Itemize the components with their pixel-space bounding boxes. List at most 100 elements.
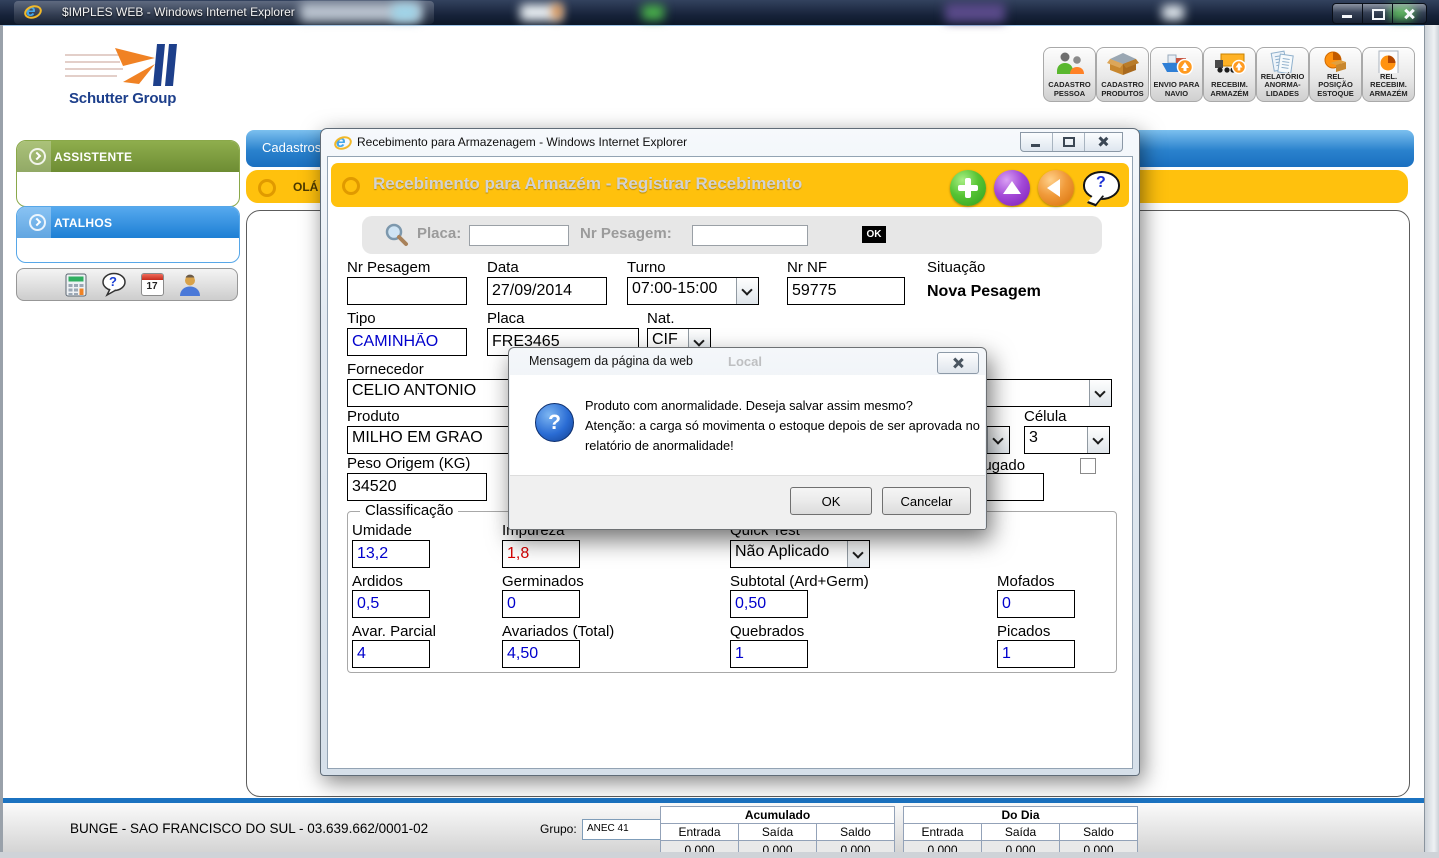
dialog-title: Mensagem da página da web bbox=[529, 354, 693, 368]
person-icon bbox=[178, 273, 202, 297]
question-icon: ? bbox=[535, 403, 574, 442]
column-header: Entrada bbox=[661, 824, 739, 841]
calendar-button[interactable]: 17 bbox=[139, 272, 165, 298]
maximize-button[interactable] bbox=[1053, 133, 1085, 151]
search-nr-pesagem-label: Nr Pesagem: bbox=[580, 225, 672, 242]
refugado-checkbox[interactable] bbox=[1080, 458, 1096, 474]
dialog-cancel-button[interactable]: Cancelar bbox=[882, 487, 971, 515]
window-frame-left bbox=[0, 25, 3, 858]
umidade-label: Umidade bbox=[352, 522, 412, 539]
search-placa-input[interactable] bbox=[469, 225, 569, 246]
situacao-label: Situação bbox=[927, 259, 985, 276]
column-header: Entrada bbox=[904, 824, 982, 841]
nr-pesagem-label: Nr Pesagem bbox=[347, 259, 430, 276]
calendar-day: 17 bbox=[142, 280, 163, 293]
search-bar: Placa: Nr Pesagem: OK bbox=[362, 216, 1102, 254]
dialog-close-button[interactable] bbox=[937, 352, 979, 374]
pie-box-icon bbox=[1319, 50, 1353, 73]
produto-label: Produto bbox=[347, 408, 400, 425]
arrow-up-icon bbox=[1003, 181, 1021, 194]
dialog-ok-button[interactable]: OK bbox=[790, 487, 872, 515]
nr-pesagem-field[interactable] bbox=[347, 277, 467, 305]
people-icon bbox=[1053, 50, 1087, 77]
maximize-button[interactable] bbox=[1363, 4, 1393, 23]
picados-field[interactable] bbox=[997, 640, 1075, 668]
search-icon bbox=[384, 222, 410, 248]
close-button[interactable] bbox=[1085, 133, 1122, 151]
popup-window-title: Recebimento para Armazenagem - Windows I… bbox=[357, 135, 687, 149]
search-nr-pesagem-input[interactable] bbox=[692, 225, 808, 246]
toolbar-button-rel-posicao-estoque[interactable]: REL. POSIÇÃO ESTOQUE bbox=[1309, 47, 1362, 102]
minimize-button[interactable] bbox=[1021, 133, 1053, 151]
toolbar-button-envio-navio[interactable]: ENVIO PARA NAVIO bbox=[1150, 47, 1203, 102]
menu-item-cadastros[interactable]: Cadastros bbox=[262, 140, 321, 155]
mofados-field[interactable] bbox=[997, 590, 1075, 618]
documents-icon bbox=[1266, 50, 1300, 73]
assistente-header[interactable]: ASSISTENTE bbox=[17, 141, 239, 172]
ie-icon: e bbox=[24, 3, 42, 21]
assistente-label: ASSISTENTE bbox=[54, 150, 132, 164]
avar-parcial-field[interactable] bbox=[352, 640, 430, 668]
peso-origem-label: Peso Origem (KG) bbox=[347, 455, 470, 472]
close-button[interactable] bbox=[1393, 4, 1426, 23]
placa-label: Placa bbox=[487, 310, 525, 327]
minimize-button[interactable] bbox=[1333, 4, 1363, 23]
nr-nf-field[interactable] bbox=[787, 277, 905, 305]
turno-select[interactable]: 07:00-15:00 bbox=[627, 277, 759, 305]
subtotal-field[interactable] bbox=[730, 590, 808, 618]
background-local-label: Local bbox=[728, 354, 762, 369]
schutter-logo: Schutter Group bbox=[65, 42, 205, 112]
toolbar-button-recebim-armazem[interactable]: RECEBIM. ARMAZÉM bbox=[1203, 47, 1256, 102]
celula-select[interactable]: 3 bbox=[1024, 426, 1110, 454]
avariados-total-label: Avariados (Total) bbox=[502, 623, 614, 640]
atalhos-header[interactable]: ATALHOS bbox=[17, 207, 239, 238]
calculator-button[interactable] bbox=[63, 272, 89, 298]
tipo-field[interactable] bbox=[347, 328, 467, 356]
nat-label: Nat. bbox=[647, 310, 675, 327]
data-field[interactable] bbox=[487, 277, 607, 305]
toolbar-button-rel-anormalidades[interactable]: RELATÓRIO ANORMA- LIDADES bbox=[1256, 47, 1309, 102]
classificacao-legend: Classificação bbox=[360, 502, 458, 519]
truck-icon bbox=[1213, 50, 1247, 77]
window-frame-right bbox=[1424, 25, 1439, 858]
upload-button[interactable] bbox=[994, 170, 1030, 206]
user-button[interactable] bbox=[177, 272, 203, 298]
toolbar-button-cadastro-pessoa[interactable]: CADASTRO PESSOA bbox=[1043, 47, 1096, 102]
acumulado-table: Acumulado Entrada Saída Saldo 0,000 0,00… bbox=[660, 806, 895, 858]
germinados-field[interactable] bbox=[502, 590, 580, 618]
toolbar-button-rel-recebim-armazem[interactable]: REL. RECEBIM. ARMAZÉM bbox=[1362, 47, 1415, 102]
quick-test-select[interactable]: Não Aplicado bbox=[730, 540, 870, 568]
window-title: $IMPLES WEB - Windows Internet Explorer bbox=[62, 5, 295, 19]
column-header: Saldo bbox=[817, 824, 895, 841]
page-pie-icon bbox=[1372, 50, 1406, 73]
calendar-icon: 17 bbox=[141, 273, 164, 296]
do-dia-table: Do Dia Entrada Saída Saldo 0,000 0,000 0… bbox=[903, 806, 1138, 858]
atalhos-panel: ATALHOS bbox=[16, 206, 240, 263]
peso-origem-field[interactable] bbox=[347, 473, 487, 501]
footer-bar: BUNGE - SAO FRANCISCO DO SUL - 03.639.66… bbox=[0, 803, 1424, 853]
help-button[interactable]: ? bbox=[1083, 171, 1120, 200]
quebrados-field[interactable] bbox=[730, 640, 808, 668]
search-ok-button[interactable]: OK bbox=[862, 226, 886, 243]
chevron-down-icon bbox=[987, 427, 1009, 453]
toolbar-label: CADASTRO PESSOA bbox=[1048, 81, 1091, 101]
bullet-ring-icon bbox=[342, 177, 360, 195]
popup-header-title: Recebimento para Armazém - Registrar Rec… bbox=[373, 174, 802, 194]
column-header: Saldo bbox=[1060, 824, 1138, 841]
add-button[interactable] bbox=[950, 170, 986, 206]
ardidos-field[interactable] bbox=[352, 590, 430, 618]
company-identifier: BUNGE - SAO FRANCISCO DO SUL - 03.639.66… bbox=[70, 821, 428, 836]
fornecedor-label: Fornecedor bbox=[347, 361, 424, 378]
toolbar-button-cadastro-produtos[interactable]: CADASTRO PRODUTOS bbox=[1096, 47, 1149, 102]
back-button[interactable] bbox=[1038, 170, 1074, 206]
umidade-field[interactable] bbox=[352, 540, 430, 568]
chevron-down-icon bbox=[1087, 427, 1109, 453]
toolbar-label: REL. POSIÇÃO ESTOQUE bbox=[1310, 73, 1361, 102]
ie-icon: e bbox=[334, 134, 352, 152]
picados-label: Picados bbox=[997, 623, 1050, 640]
impureza-field[interactable] bbox=[502, 540, 580, 568]
table-title: Do Dia bbox=[904, 807, 1138, 824]
avariados-total-field[interactable] bbox=[502, 640, 580, 668]
window-controls bbox=[1332, 3, 1427, 24]
help-button[interactable]: ? bbox=[101, 272, 127, 298]
